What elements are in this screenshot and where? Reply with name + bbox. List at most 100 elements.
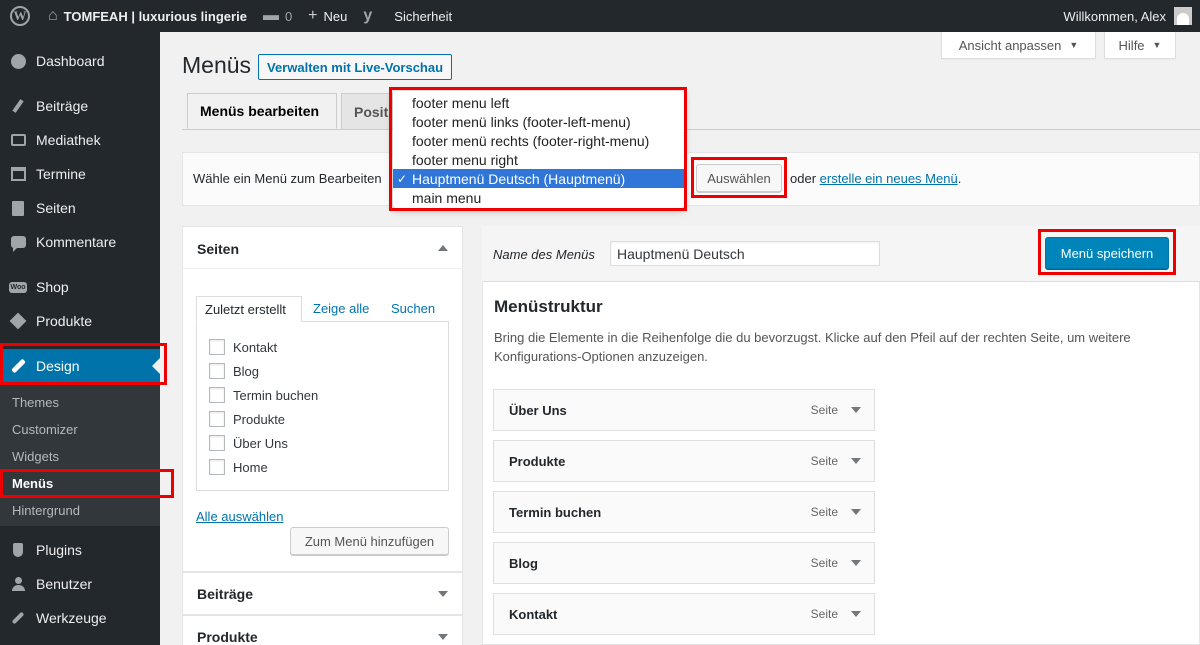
menu-item-row[interactable]: Termin buchen Seite [493, 491, 875, 533]
menu-item-row[interactable]: Produkte Seite [493, 440, 875, 482]
save-menu-button[interactable]: Menü speichern [1045, 237, 1169, 269]
select-menu-button[interactable]: Auswählen [696, 164, 782, 192]
select-menu-label: Wähle ein Menü zum Bearbeiten [193, 171, 382, 186]
item-edit-arrow-icon[interactable] [851, 458, 861, 464]
sidebar-item-products[interactable]: Produkte [0, 304, 160, 338]
sidebar-item-comments[interactable]: Kommentare [0, 225, 160, 259]
plugin-icon [8, 540, 28, 560]
checkbox[interactable] [209, 411, 225, 427]
expand-arrow-icon[interactable] [438, 634, 448, 640]
create-new-menu-link[interactable]: erstelle ein neues Menü [820, 171, 958, 186]
sidebar-item-label: Beiträge [36, 98, 89, 114]
checkbox[interactable] [209, 435, 225, 451]
sidebar-item-shop[interactable]: Woo Shop [0, 270, 160, 304]
page-label: Über Uns [233, 435, 288, 451]
user-icon [8, 574, 28, 594]
checkbox[interactable] [209, 459, 225, 475]
tab-search[interactable]: Suchen [391, 301, 435, 316]
dropdown-option[interactable]: footer menu left [393, 93, 684, 112]
item-edit-arrow-icon[interactable] [851, 407, 861, 413]
page-checkbox-row[interactable]: Kontakt [209, 339, 277, 355]
sidebar-item-users[interactable]: Benutzer [0, 567, 160, 601]
help-button[interactable]: Hilfe ▼ [1104, 32, 1176, 59]
page-checkbox-row[interactable]: Produkte [209, 411, 285, 427]
menu-item-type: Seite [810, 454, 838, 468]
option-label: Hauptmenü Deutsch (Hauptmenü) [412, 170, 626, 187]
select-all-link[interactable]: Alle auswählen [196, 509, 283, 524]
submenu-customizer[interactable]: Customizer [12, 422, 78, 437]
sidebar-item-posts[interactable]: Beiträge [0, 89, 160, 123]
sidebar-item-dashboard[interactable]: Dashboard [0, 44, 160, 78]
checkbox[interactable] [209, 387, 225, 403]
products-box-title[interactable]: Produkte [197, 629, 258, 645]
tab-manage-locations[interactable]: Positi [341, 93, 401, 129]
sidebar-item-tools[interactable]: Werkzeuge [0, 601, 160, 635]
menu-name-input[interactable] [610, 241, 880, 266]
sidebar-item-label: Mediathek [36, 132, 101, 148]
dropdown-option-selected[interactable]: ✓ Hauptmenü Deutsch (Hauptmenü) [393, 169, 684, 188]
menu-item-title: Termin buchen [509, 505, 602, 520]
sidebar-item-design[interactable]: Design [0, 349, 160, 383]
menu-structure-title: Menüstruktur [494, 297, 603, 316]
media-icon [8, 130, 28, 150]
tab-edit-menus[interactable]: Menüs bearbeiten [187, 93, 337, 129]
comments-link[interactable]: ▬ 0 [255, 0, 300, 32]
sidebar-item-events[interactable]: Termine [0, 157, 160, 191]
security-label: Sicherheit [394, 8, 453, 24]
or-text: oder [790, 171, 817, 186]
menu-item-row[interactable]: Kontakt Seite [493, 593, 875, 635]
expand-arrow-icon[interactable] [438, 591, 448, 597]
checkbox[interactable] [209, 339, 225, 355]
menu-name-label: Name des Menüs [493, 247, 595, 262]
site-name: TOMFEAH | luxurious lingerie [63, 8, 247, 24]
dropdown-option[interactable]: footer menü links (footer-left-menu) [393, 112, 684, 131]
posts-box-title[interactable]: Beiträge [197, 586, 253, 602]
submenu-menus[interactable]: Menüs [12, 476, 53, 491]
item-edit-arrow-icon[interactable] [851, 509, 861, 515]
submenu-themes[interactable]: Themes [12, 395, 59, 410]
submenu-background[interactable]: Hintergrund [12, 503, 80, 518]
brush-icon [8, 356, 28, 376]
add-to-menu-button[interactable]: Zum Menü hinzufügen [290, 527, 449, 555]
page-label: Produkte [233, 411, 286, 427]
tab-most-recent[interactable]: Zuletzt erstellt [196, 296, 302, 322]
menu-select-dropdown[interactable]: footer menu left footer menü links (foot… [393, 91, 684, 208]
tab-view-all[interactable]: Zeige alle [313, 301, 369, 316]
dropdown-option[interactable]: footer menu right [393, 150, 684, 169]
page-checkbox-row[interactable]: Termin buchen [209, 387, 318, 403]
sidebar-item-label: Termine [36, 166, 86, 182]
page-label: Termin buchen [233, 387, 319, 403]
item-edit-arrow-icon[interactable] [851, 560, 861, 566]
collapse-arrow-icon[interactable] [438, 245, 448, 251]
dropdown-option[interactable]: main menu [393, 188, 684, 207]
submenu-widgets[interactable]: Widgets [12, 449, 59, 464]
menu-item-row[interactable]: Blog Seite [493, 542, 875, 584]
site-name-link[interactable]: ⌂ TOMFEAH | luxurious lingerie [40, 0, 255, 32]
sidebar-item-label: Produkte [36, 313, 93, 329]
item-edit-arrow-icon[interactable] [851, 611, 861, 617]
sidebar-item-media[interactable]: Mediathek [0, 123, 160, 157]
new-content-link[interactable]: + Neu [300, 0, 355, 32]
comments-count: 0 [284, 8, 293, 24]
period-text: . [957, 171, 962, 186]
option-label: footer menü rechts (footer-right-menu) [412, 132, 650, 149]
wordpress-logo-button[interactable]: W [0, 0, 40, 32]
yoast-link[interactable]: y [355, 0, 386, 32]
page-title: Menüs [182, 52, 252, 78]
menu-item-row[interactable]: Über Uns Seite [493, 389, 875, 431]
live-preview-button[interactable]: Verwalten mit Live-Vorschau [258, 54, 453, 80]
sidebar-item-plugins[interactable]: Plugins [0, 533, 160, 567]
my-account[interactable]: Willkommen, Alex [1063, 0, 1200, 32]
checkbox[interactable] [209, 363, 225, 379]
screen-options-button[interactable]: Ansicht anpassen ▼ [941, 32, 1096, 59]
plus-icon: + [308, 7, 318, 24]
pages-box-title[interactable]: Seiten [197, 241, 239, 257]
dropdown-option[interactable]: footer menü rechts (footer-right-menu) [393, 131, 684, 150]
page-checkbox-row[interactable]: Über Uns [209, 435, 288, 451]
page-checkbox-row[interactable]: Home [209, 459, 268, 475]
option-label: footer menü links (footer-left-menu) [412, 113, 631, 130]
security-link[interactable]: Sicherheit [386, 0, 460, 32]
page-checkbox-row[interactable]: Blog [209, 363, 259, 379]
sidebar-item-pages[interactable]: Seiten [0, 191, 160, 225]
page-label: Blog [233, 363, 260, 379]
